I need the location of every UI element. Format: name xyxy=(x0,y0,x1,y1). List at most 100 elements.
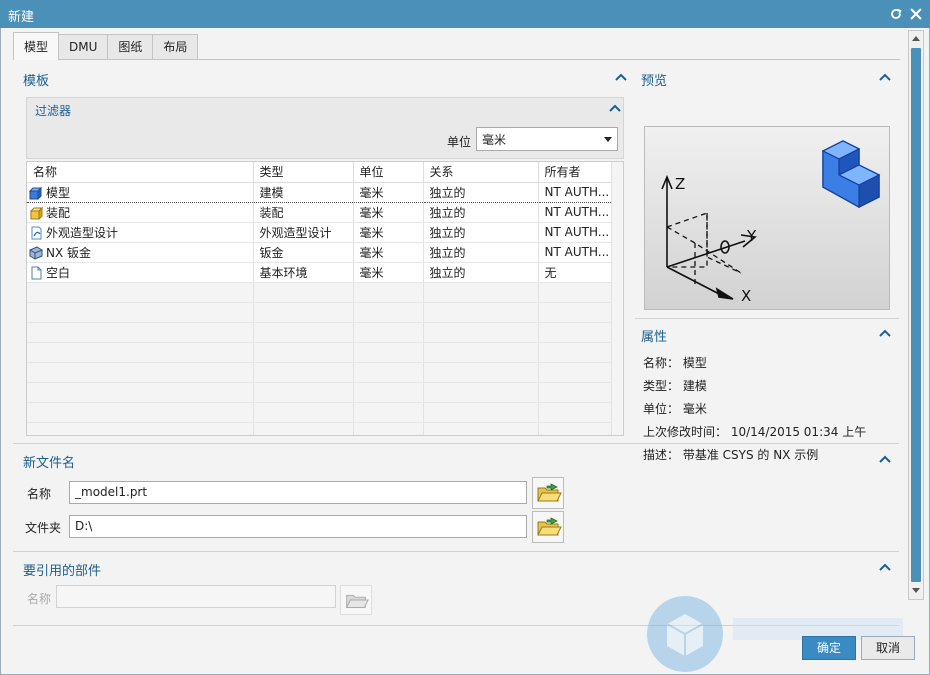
browse-folder-button[interactable] xyxy=(532,511,564,543)
divider xyxy=(635,318,899,319)
row-owner: NT AUTH... xyxy=(538,181,614,203)
column-header-type[interactable]: 类型 xyxy=(253,162,354,183)
properties-section-title: 属性 xyxy=(641,330,668,345)
browse-referenced-button[interactable] xyxy=(340,585,372,615)
column-header-unit[interactable]: 单位 xyxy=(353,162,424,183)
model-cube-icon xyxy=(821,140,881,209)
properties-collapse-icon[interactable] xyxy=(879,328,893,340)
tab-model[interactable]: 模型 xyxy=(13,32,60,60)
open-folder-icon xyxy=(345,594,369,608)
row-type: 基本环境 xyxy=(253,262,354,283)
scroll-down-icon[interactable] xyxy=(912,588,920,593)
window-title: 新建 xyxy=(8,10,35,25)
row-owner: NT AUTH... xyxy=(538,222,614,243)
empty-row xyxy=(27,342,614,363)
filter-collapse-icon[interactable] xyxy=(609,103,623,115)
row-owner: NT AUTH... xyxy=(538,202,614,223)
table-row[interactable]: 空白 基本环境 毫米 独立的 无 xyxy=(27,262,614,283)
row-name-cell: 空白 xyxy=(27,262,254,283)
row-type: 外观造型设计 xyxy=(253,222,354,243)
preview-image: Z Y X xyxy=(644,126,890,310)
unit-label: 单位 xyxy=(447,135,472,149)
filter-title: 过滤器 xyxy=(35,104,72,118)
referenced-name-input[interactable] xyxy=(56,585,336,608)
ok-button[interactable]: 确定 xyxy=(802,636,856,660)
unit-dropdown[interactable]: 毫米 xyxy=(476,127,618,151)
row-unit: 毫米 xyxy=(353,242,424,263)
empty-row xyxy=(27,382,614,403)
column-header-relation[interactable]: 关系 xyxy=(423,162,539,183)
y-axis-label: Y xyxy=(746,227,757,245)
watermark-logo xyxy=(647,596,903,672)
empty-row xyxy=(27,282,614,303)
scroll-up-icon[interactable] xyxy=(912,36,920,41)
table-row[interactable]: 外观造型设计 外观造型设计 毫米 独立的 NT AUTH... xyxy=(27,222,614,243)
folder-label: 文件夹 xyxy=(25,521,62,535)
empty-row xyxy=(27,422,614,435)
folder-input[interactable]: D:\ xyxy=(69,515,527,538)
row-relation: 独立的 xyxy=(423,202,539,223)
dialog-scrollbar[interactable] xyxy=(908,30,924,600)
x-axis-label: X xyxy=(741,287,751,305)
shape-studio-icon xyxy=(29,226,43,240)
open-folder-icon xyxy=(537,483,562,502)
preview-collapse-icon[interactable] xyxy=(879,72,893,84)
row-unit: 毫米 xyxy=(353,222,424,243)
referenced-part-collapse-icon[interactable] xyxy=(879,562,893,574)
open-folder-icon xyxy=(537,517,562,536)
table-row[interactable]: NX 钣金 钣金 毫米 独立的 NT AUTH... xyxy=(27,242,614,263)
blank-icon xyxy=(29,266,43,280)
row-type: 装配 xyxy=(253,202,354,223)
template-table: 名称 类型 单位 关系 所有者 模型 建模 毫米 独立的 NT AUTH... … xyxy=(26,161,624,436)
file-name-input[interactable]: _model1.prt xyxy=(69,481,527,504)
sheet-metal-icon xyxy=(29,245,43,260)
column-header-name[interactable]: 名称 xyxy=(27,162,254,183)
tab-layout[interactable]: 布局 xyxy=(152,34,199,60)
template-collapse-icon[interactable] xyxy=(615,72,629,84)
tab-panel-model: 模板 过滤器 单位 毫米 名称 类型 单位 关系 所有者 模型 建模 毫米 独立… xyxy=(13,59,900,469)
property-modified: 上次修改时间： 10/14/2015 01:34 上午 xyxy=(643,425,867,439)
file-name-label: 名称 xyxy=(27,487,52,501)
tab-drawing[interactable]: 图纸 xyxy=(107,34,154,60)
row-owner: NT AUTH... xyxy=(538,242,614,263)
reset-icon[interactable] xyxy=(886,3,906,25)
new-file-dialog: 模型 DMU 图纸 布局 模板 过滤器 单位 毫米 名称 类型 单位 关系 所有… xyxy=(0,28,930,675)
table-scrollbar[interactable] xyxy=(611,162,623,435)
tab-dmu[interactable]: DMU xyxy=(58,34,109,60)
referenced-name-label: 名称 xyxy=(27,592,52,606)
tab-strip: 模型 DMU 图纸 布局 xyxy=(13,32,199,60)
row-relation: 独立的 xyxy=(423,222,539,243)
row-name: NX 钣金 xyxy=(46,245,92,260)
row-relation: 独立的 xyxy=(423,242,539,263)
row-name: 模型 xyxy=(46,185,71,200)
row-unit: 毫米 xyxy=(353,181,424,203)
referenced-part-section-title: 要引用的部件 xyxy=(23,564,102,579)
row-name-cell: 装配 xyxy=(27,202,254,223)
row-owner: 无 xyxy=(538,262,614,283)
row-relation: 独立的 xyxy=(423,181,539,203)
row-type: 建模 xyxy=(253,181,354,203)
assembly-icon xyxy=(29,206,44,220)
column-header-owner[interactable]: 所有者 xyxy=(538,162,614,183)
row-type: 钣金 xyxy=(253,242,354,263)
row-name-cell: NX 钣金 xyxy=(27,242,254,263)
table-row[interactable]: 模型 建模 毫米 独立的 NT AUTH... xyxy=(27,181,614,203)
cancel-button[interactable]: 取消 xyxy=(861,636,915,660)
new-file-collapse-icon[interactable] xyxy=(879,454,893,466)
row-name: 空白 xyxy=(46,265,71,280)
table-header-row: 名称 类型 单位 关系 所有者 xyxy=(27,162,614,183)
table-row[interactable]: 装配 装配 毫米 独立的 NT AUTH... xyxy=(27,202,614,223)
empty-row xyxy=(27,322,614,343)
empty-row xyxy=(27,402,614,423)
empty-row xyxy=(27,302,614,323)
chevron-down-icon xyxy=(604,137,612,142)
close-icon[interactable] xyxy=(906,3,926,25)
new-file-section-title: 新文件名 xyxy=(23,456,76,471)
scroll-thumb[interactable] xyxy=(911,48,921,582)
property-unit: 单位： 毫米 xyxy=(643,402,707,416)
divider xyxy=(13,625,899,626)
divider xyxy=(13,551,899,552)
title-bar: 新建 xyxy=(0,0,930,28)
browse-name-button[interactable] xyxy=(532,477,564,509)
z-axis-label: Z xyxy=(675,175,685,193)
